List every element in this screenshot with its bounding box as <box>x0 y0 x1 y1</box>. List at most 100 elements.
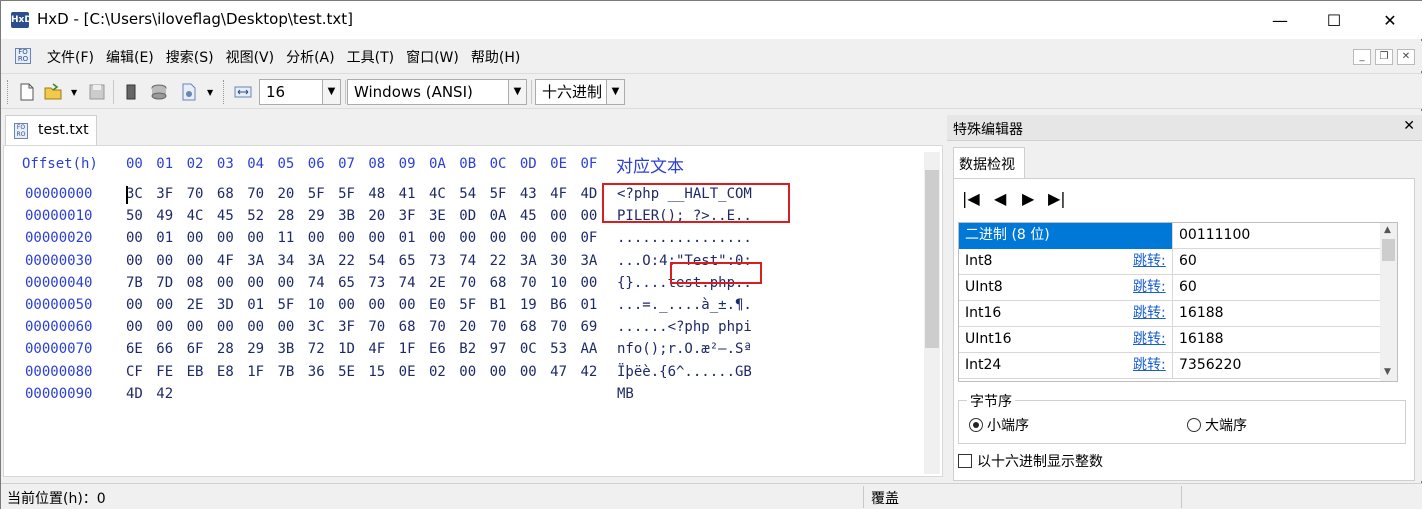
little-endian-radio[interactable]: 小端序 <box>969 415 1029 435</box>
mdi-restore-button[interactable]: ❐ <box>1375 49 1393 65</box>
hex-byte[interactable]: 00 <box>520 230 550 246</box>
hex-byte[interactable]: 00 <box>550 208 580 224</box>
hex-byte[interactable]: 00 <box>126 230 156 246</box>
toolbar-grip[interactable] <box>7 80 10 104</box>
hex-byte[interactable]: 3F <box>156 186 186 202</box>
hex-byte[interactable]: 49 <box>156 208 186 224</box>
hex-byte[interactable]: 00 <box>520 364 550 380</box>
hex-byte[interactable]: B1 <box>490 297 520 313</box>
inspector-row[interactable]: Int24 跳转: 7356220 <box>959 353 1387 379</box>
export-dropdown-icon[interactable]: ▼ <box>207 88 213 97</box>
first-icon[interactable]: |◀ <box>962 189 980 208</box>
hex-byte[interactable]: 34 <box>277 253 307 269</box>
hex-row[interactable]: 00000090 4D 42 MB <box>4 386 924 408</box>
hex-byte[interactable]: 00 <box>156 253 186 269</box>
hex-row[interactable]: 00000050 00 00 2E 3D 01 5F 10 00 00 00 E0 5F B1 19 B6 01… <box>4 297 924 319</box>
hex-byte[interactable]: 00 <box>368 297 398 313</box>
hex-byte[interactable]: 00 <box>368 230 398 246</box>
hex-byte[interactable]: 01 <box>580 297 610 313</box>
hex-byte[interactable]: 45 <box>217 208 247 224</box>
hex-byte[interactable]: 3F <box>338 319 368 335</box>
jump-link[interactable]: 跳转: <box>1133 301 1166 326</box>
chevron-down-icon[interactable]: ▼ <box>322 80 340 104</box>
hex-byte[interactable]: 7B <box>126 275 156 291</box>
hex-byte[interactable]: 20 <box>277 186 307 202</box>
document-icon[interactable]: FO RO <box>15 48 31 64</box>
menu-item-1[interactable]: 编辑(E) <box>100 47 160 67</box>
hex-byte[interactable]: 5F <box>308 186 338 202</box>
inspector-row[interactable]: Int16 跳转: 16188 <box>959 301 1387 327</box>
hex-byte[interactable]: 00 <box>126 297 156 313</box>
hex-byte[interactable]: 00 <box>490 364 520 380</box>
hex-byte[interactable]: 66 <box>156 341 186 357</box>
hex-byte[interactable]: 1F <box>247 364 277 380</box>
hex-byte[interactable]: 00 <box>459 364 489 380</box>
hex-byte[interactable]: 5F <box>490 186 520 202</box>
inspector-value[interactable]: 60 <box>1173 249 1197 274</box>
hex-byte[interactable]: 00 <box>187 253 217 269</box>
hex-byte[interactable]: 3A <box>308 253 338 269</box>
hex-byte[interactable]: 2E <box>429 275 459 291</box>
hex-byte[interactable]: 00 <box>550 230 580 246</box>
hex-editor[interactable]: Offset(h) 00 01 02 03 04 05 06 07 08 09 0A 0B 0C 0D 0E… <box>3 145 943 477</box>
hex-byte[interactable]: B6 <box>550 297 580 313</box>
disk-icon[interactable] <box>149 82 169 102</box>
hex-byte[interactable]: 10 <box>308 297 338 313</box>
maximize-button[interactable]: ☐ <box>1307 1 1361 39</box>
hex-byte[interactable]: 74 <box>308 275 338 291</box>
hex-byte[interactable]: 68 <box>520 319 550 335</box>
inspector-row[interactable]: UInt16 跳转: 16188 <box>959 327 1387 353</box>
hex-byte[interactable]: 70 <box>520 275 550 291</box>
menu-item-3[interactable]: 视图(V) <box>220 47 281 67</box>
hex-byte[interactable]: 42 <box>580 364 610 380</box>
offset-base-select[interactable]: 十六进制 ▼ <box>535 79 625 105</box>
hex-byte[interactable]: 97 <box>490 341 520 357</box>
hex-byte[interactable]: 00 <box>338 230 368 246</box>
hex-byte[interactable]: 3B <box>338 208 368 224</box>
hex-row[interactable]: 00000080 CF FE EB E8 1F 7B 36 5E 15 0E 02 00 00 00 47 42… <box>4 364 924 386</box>
inspector-row[interactable]: UInt8 跳转: 60 <box>959 275 1387 301</box>
hex-byte[interactable]: 0C <box>520 341 550 357</box>
hex-byte[interactable]: 01 <box>247 297 277 313</box>
inspector-scrollbar[interactable]: ▲ ▼ <box>1380 223 1397 381</box>
hex-byte[interactable]: 69 <box>580 319 610 335</box>
row-text[interactable]: nfo();r.O.æ²—.Sª <box>617 341 752 357</box>
hex-byte[interactable]: 48 <box>368 186 398 202</box>
row-text[interactable]: ................ <box>617 230 752 246</box>
hex-byte[interactable]: 70 <box>459 275 489 291</box>
hex-byte[interactable]: 08 <box>187 275 217 291</box>
hex-byte[interactable]: 43 <box>520 186 550 202</box>
hex-byte[interactable]: AA <box>580 341 610 357</box>
hex-byte[interactable]: 5F <box>338 186 368 202</box>
hex-byte[interactable]: 2E <box>187 297 217 313</box>
hex-byte[interactable]: 70 <box>550 319 580 335</box>
hex-byte[interactable]: 00 <box>338 297 368 313</box>
chevron-down-icon[interactable]: ▼ <box>606 80 624 104</box>
tab-data-inspector[interactable]: 数据检视 <box>953 147 1025 179</box>
hex-byte[interactable]: 3F <box>399 208 429 224</box>
toolbar-grip-2[interactable] <box>223 80 226 104</box>
jump-link[interactable]: 跳转: <box>1133 275 1166 300</box>
hex-byte[interactable]: 65 <box>338 275 368 291</box>
jump-link[interactable]: 跳转: <box>1133 249 1166 274</box>
hex-byte[interactable]: 01 <box>156 230 186 246</box>
hex-byte[interactable]: 4C <box>187 208 217 224</box>
hex-byte[interactable]: 53 <box>550 341 580 357</box>
scroll-down-icon[interactable]: ▼ <box>1384 367 1391 377</box>
inspector-value[interactable]: 7356220 <box>1173 353 1241 378</box>
hex-byte[interactable]: 0E <box>399 364 429 380</box>
hex-byte[interactable]: E0 <box>429 297 459 313</box>
hex-byte[interactable]: 00 <box>277 319 307 335</box>
hex-byte[interactable]: 22 <box>338 253 368 269</box>
hex-byte[interactable]: 4D <box>126 386 156 402</box>
hex-byte[interactable]: 6F <box>187 341 217 357</box>
hex-row[interactable]: 00000030 00 00 00 4F 3A 34 3A 22 54 65 73 74 22 3A 30 3A… <box>4 253 924 275</box>
big-endian-radio[interactable]: 大端序 <box>1187 415 1247 435</box>
inspector-value[interactable]: 60 <box>1173 275 1197 300</box>
jump-link[interactable]: 跳转: <box>1133 353 1166 378</box>
hex-byte[interactable]: 4C <box>429 186 459 202</box>
hex-row[interactable]: 00000040 7B 7D 08 00 00 00 74 65 73 74 2E 70 68 70 10 00… <box>4 275 924 297</box>
hex-byte[interactable]: 00 <box>247 230 277 246</box>
hex-byte[interactable]: 42 <box>156 386 186 402</box>
hex-byte[interactable]: 00 <box>187 230 217 246</box>
